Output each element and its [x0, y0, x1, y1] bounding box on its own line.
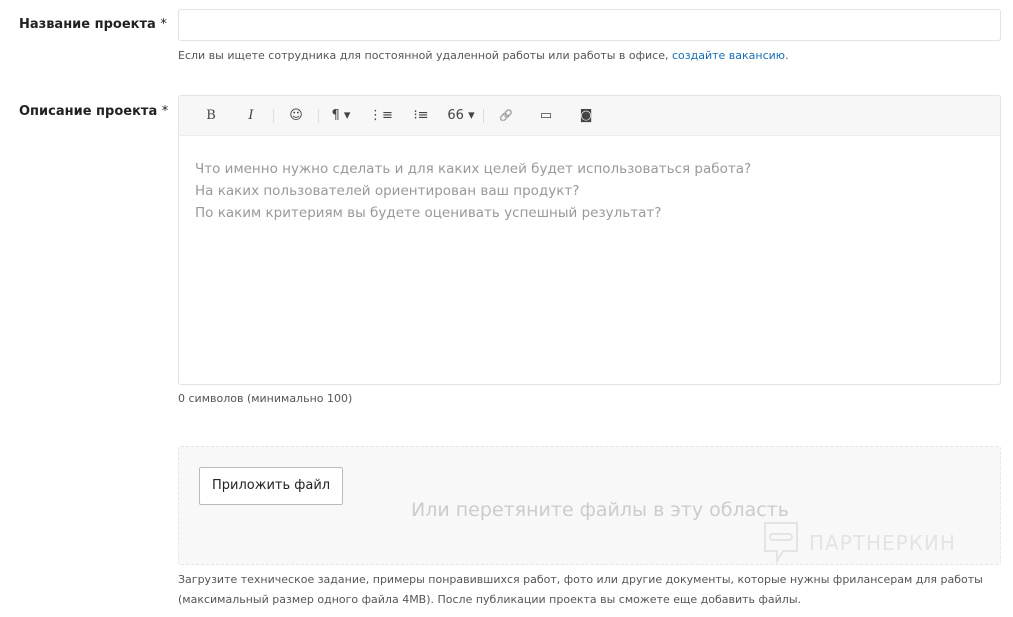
- toolbar-separator: [483, 108, 484, 123]
- bullet-list-icon[interactable]: ⁝≡: [401, 108, 441, 123]
- create-vacancy-link[interactable]: создайте вакансию: [672, 49, 785, 62]
- placeholder-line: Что именно нужно сделать и для каких цел…: [195, 161, 752, 177]
- attach-file-button[interactable]: Приложить файл: [199, 467, 344, 505]
- placeholder-line: На каких пользователей ориентирован ваш …: [195, 183, 580, 199]
- bold-icon[interactable]: B: [191, 108, 231, 123]
- character-counter: 0 символов (минимально 100): [178, 392, 353, 405]
- editor-toolbar: B I ☺ ¶ ▾ ⋮≡ ⁝≡ 66 ▾ 🔗 ▭ ◙: [179, 96, 1000, 136]
- project-description-label: Описание проекта *: [19, 104, 169, 119]
- ordered-list-icon[interactable]: ⋮≡: [361, 108, 401, 123]
- watermark: ПАРТНЕРКИН: [763, 521, 956, 565]
- project-name-hint: Если вы ищете сотрудника для постоянной …: [178, 49, 789, 62]
- link-icon[interactable]: 🔗: [486, 109, 526, 122]
- upload-hint: Загрузите техническое задание, примеры п…: [178, 573, 983, 606]
- toolbar-separator: [318, 108, 319, 123]
- project-name-label: Название проекта *: [19, 17, 167, 32]
- image-icon[interactable]: ▭: [526, 108, 566, 123]
- placeholder-line: По каким критериям вы будете оценивать у…: [195, 205, 662, 221]
- paragraph-icon[interactable]: ¶ ▾: [321, 108, 361, 123]
- watermark-logo-icon: [764, 522, 798, 565]
- description-placeholder[interactable]: Что именно нужно сделать и для каких цел…: [179, 136, 1000, 246]
- camera-icon[interactable]: ◙: [566, 108, 606, 123]
- emoji-icon[interactable]: ☺: [276, 108, 316, 123]
- description-editor[interactable]: B I ☺ ¶ ▾ ⋮≡ ⁝≡ 66 ▾ 🔗 ▭ ◙ Что именно ну…: [178, 95, 1001, 385]
- quote-icon[interactable]: 66 ▾: [441, 108, 481, 123]
- file-dropzone[interactable]: Приложить файл Или перетяните файлы в эт…: [178, 446, 1001, 565]
- toolbar-separator: [273, 108, 274, 123]
- drop-text: Или перетяните файлы в эту область: [411, 499, 789, 521]
- italic-icon[interactable]: I: [231, 108, 271, 123]
- project-name-input[interactable]: [178, 9, 1001, 41]
